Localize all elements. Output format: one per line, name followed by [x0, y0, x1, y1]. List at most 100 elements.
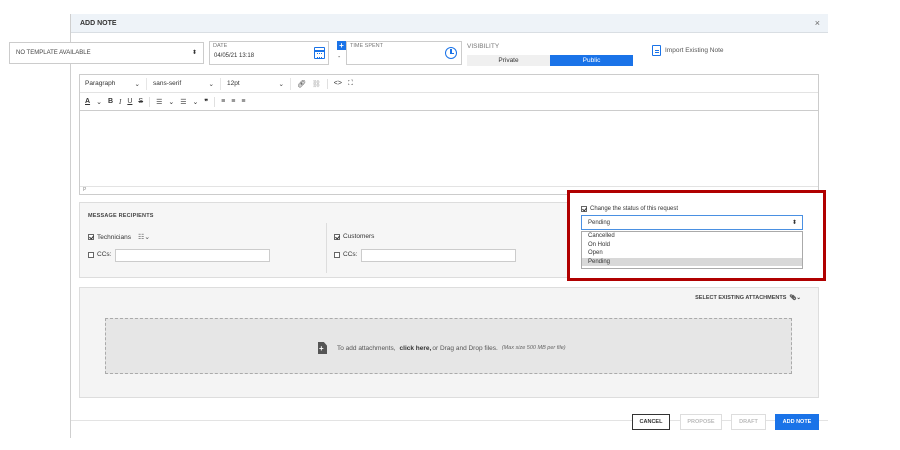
checkbox-icon[interactable]: [88, 251, 94, 258]
dropzone-text: To add attachments, click here, or Drag …: [318, 342, 566, 354]
font-size-dropdown[interactable]: 12pt ⌄: [227, 77, 291, 90]
align-right-icon[interactable]: ≡: [241, 98, 245, 105]
status-select[interactable]: Pending ⬍: [581, 215, 803, 230]
status-option-on-hold[interactable]: On Hold: [582, 241, 802, 250]
align-center-icon[interactable]: ≡: [231, 98, 235, 105]
technicians-cc-input[interactable]: [115, 249, 270, 262]
status-options-list: Cancelled On Hold Open Pending: [581, 231, 803, 269]
chevron-down-icon: ⌄: [134, 80, 140, 88]
rich-text-editor: Paragraph ⌄ sans-serif ⌄ 12pt ⌄ 🔗︎ ⛓︎ <>…: [79, 74, 819, 195]
source-code-icon[interactable]: <>: [334, 80, 342, 87]
change-status-label: Change the status of this request: [590, 206, 679, 212]
time-spent-label: TIME SPENT: [350, 43, 384, 49]
click-here-link[interactable]: click here,: [400, 345, 432, 352]
import-note-label: Import Existing Note: [665, 47, 724, 54]
customers-cc-checkbox[interactable]: CCs:: [334, 251, 357, 258]
calendar-icon[interactable]: [314, 47, 325, 59]
drop-prefix: To add attachments,: [337, 344, 396, 352]
file-upload-icon: [318, 342, 327, 354]
status-select-value: Pending: [588, 220, 611, 226]
document-icon: [652, 45, 661, 56]
strikethrough-icon[interactable]: S: [138, 98, 143, 105]
chevron-down-icon[interactable]: ⌄: [193, 98, 199, 106]
blockquote-icon[interactable]: ❞: [204, 98, 208, 106]
editor-toolbar-bottom: A ⌄ B I U S ☰ ⌄ ☰ ⌄ ❞ ≡ ≡ ≡: [80, 93, 818, 111]
select-arrow-icon: ⬍: [191, 50, 197, 56]
checkbox-checked-icon[interactable]: [334, 233, 340, 240]
template-select[interactable]: NO TEMPLATE AVAILABLE ⬍: [9, 42, 204, 64]
toolbar-separator: [326, 78, 328, 89]
checkbox-checked-icon[interactable]: [88, 234, 94, 240]
chevron-down-icon: ⌄: [278, 80, 284, 88]
technicians-checkbox[interactable]: Technicians ☷⌄: [88, 233, 150, 241]
toolbar-separator: [214, 96, 216, 107]
status-option-pending[interactable]: Pending: [582, 257, 802, 266]
recipients-divider: [326, 223, 327, 273]
select-existing-attachments-link[interactable]: SELECT EXISTING ATTACHMENTS 📎︎⌄: [695, 295, 801, 301]
visibility-private-option[interactable]: Private: [467, 55, 550, 66]
draft-button[interactable]: DRAFT: [731, 414, 766, 430]
date-label: DATE: [213, 43, 228, 49]
dialog-header: ADD NOTE ×: [71, 14, 828, 33]
dialog-title: ADD NOTE: [80, 20, 117, 27]
template-select-value: NO TEMPLATE AVAILABLE: [16, 50, 91, 56]
editor-toolbar-top: Paragraph ⌄ sans-serif ⌄ 12pt ⌄ 🔗︎ ⛓︎ <>…: [80, 75, 818, 93]
chevron-down-icon[interactable]: ⌄: [96, 98, 102, 106]
chevron-down-icon[interactable]: ⌄: [168, 98, 174, 106]
chevron-down-icon: ⌄: [208, 80, 214, 88]
font-family-dropdown[interactable]: sans-serif ⌄: [153, 77, 221, 90]
fullscreen-icon[interactable]: ⛶: [348, 80, 353, 88]
change-status-panel: Change the status of this request Pendin…: [567, 190, 826, 281]
customers-cc-input[interactable]: [361, 249, 516, 262]
select-existing-attachments-label: SELECT EXISTING ATTACHMENTS: [695, 295, 787, 301]
numbered-list-icon[interactable]: ☰: [180, 98, 186, 106]
technicians-label: Technicians: [97, 233, 131, 241]
date-value: 04/05/21 13:18: [214, 53, 255, 59]
customers-checkbox[interactable]: Customers: [334, 233, 374, 240]
cc-label: CCs:: [97, 251, 112, 258]
italic-icon[interactable]: I: [119, 98, 121, 106]
time-spent-field[interactable]: TIME SPENT: [346, 41, 462, 65]
time-decrease-button[interactable]: -: [338, 54, 340, 61]
editor-content-area[interactable]: [80, 112, 818, 187]
font-size-value: 12pt: [227, 80, 240, 87]
attachments-panel: SELECT EXISTING ATTACHMENTS 📎︎⌄ To add a…: [79, 287, 819, 398]
bullet-list-icon[interactable]: ☰: [156, 98, 162, 106]
customers-label: Customers: [343, 233, 375, 240]
attachment-dropzone[interactable]: To add attachments, click here, or Drag …: [105, 318, 792, 374]
max-size-note: (Max size 500 MB per file): [501, 345, 566, 351]
align-left-icon[interactable]: ≡: [221, 98, 225, 105]
date-field[interactable]: DATE 04/05/21 13:18: [209, 41, 329, 65]
checkbox-checked-icon[interactable]: [581, 206, 587, 212]
people-picker-icon[interactable]: ☷⌄: [138, 233, 150, 241]
time-increase-button[interactable]: +: [337, 41, 346, 50]
font-color-icon[interactable]: A: [85, 98, 90, 105]
paragraph-format-dropdown[interactable]: Paragraph ⌄: [85, 77, 147, 90]
toolbar-separator: [149, 96, 151, 107]
underline-icon[interactable]: U: [127, 98, 132, 105]
change-status-checkbox[interactable]: Change the status of this request: [581, 206, 678, 212]
propose-button[interactable]: PROPOSE: [680, 414, 722, 430]
bold-icon[interactable]: B: [108, 98, 113, 105]
paperclip-icon: 📎︎⌄: [789, 295, 801, 301]
status-option-open[interactable]: Open: [582, 249, 802, 258]
status-option-cancelled[interactable]: Cancelled: [582, 232, 802, 241]
drop-suffix: or Drag and Drop files.: [432, 344, 498, 352]
link-icon[interactable]: 🔗︎: [297, 80, 306, 88]
select-arrow-icon: ⬍: [791, 220, 797, 226]
visibility-toggle: Private Public: [467, 55, 633, 66]
cancel-button[interactable]: CANCEL: [632, 414, 670, 430]
cc-label: CCs:: [343, 251, 358, 258]
import-existing-note-link[interactable]: Import Existing Note: [652, 45, 724, 56]
close-icon[interactable]: ×: [815, 18, 820, 28]
recipients-title: MESSAGE RECIPIENTS: [88, 213, 154, 219]
technicians-cc-checkbox[interactable]: CCs:: [88, 251, 111, 258]
unlink-icon[interactable]: ⛓︎: [312, 80, 321, 88]
checkbox-icon[interactable]: [334, 251, 340, 258]
paragraph-format-value: Paragraph: [85, 80, 116, 87]
visibility-label: VISIBILITY: [467, 43, 500, 50]
clock-icon[interactable]: [445, 47, 457, 59]
add-note-button[interactable]: ADD NOTE: [775, 414, 819, 430]
font-family-value: sans-serif: [153, 80, 182, 87]
visibility-public-option[interactable]: Public: [550, 55, 633, 66]
